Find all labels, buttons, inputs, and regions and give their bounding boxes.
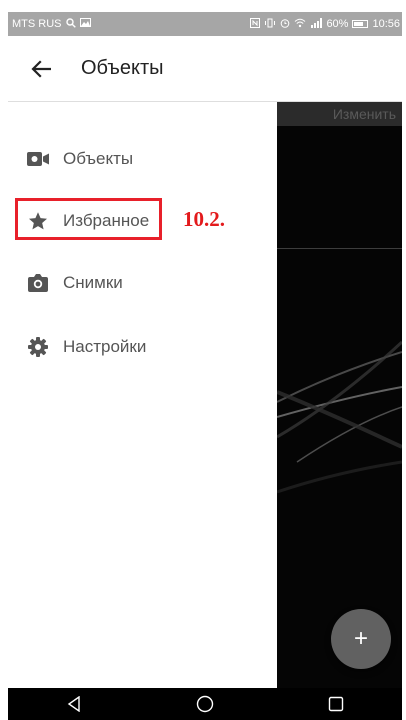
drawer-item-label: Объекты [63, 149, 134, 168]
status-bar: MTS RUS 60% 10:56 [8, 12, 402, 36]
clock: 10:56 [372, 18, 400, 30]
home-circle-icon[interactable] [190, 689, 220, 719]
status-bar-right: 60% 10:56 [250, 17, 400, 31]
system-navigation-bar [8, 688, 402, 720]
image-notification-icon [79, 18, 91, 30]
light-streaks-background [277, 340, 402, 494]
video-camera-icon [27, 148, 49, 170]
page-title: Объекты [81, 57, 164, 79]
add-object-fab[interactable]: + [331, 609, 391, 669]
carrier-label: MTS RUS [12, 18, 62, 30]
search-icon [65, 17, 76, 31]
drawer-item-objects[interactable]: Объекты [8, 129, 277, 189]
objects-content-area: Изменить [277, 102, 402, 688]
battery-icon [352, 20, 369, 28]
wifi-icon [294, 18, 306, 31]
battery-percent: 60% [326, 18, 349, 30]
vibrate-icon [264, 18, 276, 31]
fab-plus-label: + [353, 625, 368, 652]
recents-square-icon[interactable] [321, 689, 351, 719]
signal-icon [310, 17, 323, 31]
arrow-left-icon[interactable] [27, 55, 55, 83]
photo-camera-icon [27, 272, 49, 294]
drawer-item-snapshots[interactable]: Снимки [8, 253, 277, 313]
navigation-drawer: Объекты Избранное Снимки Настройки [8, 102, 277, 688]
annotation-highlight-box [15, 198, 162, 240]
gear-icon [27, 336, 49, 358]
nfc-icon [250, 17, 261, 31]
status-bar-left: MTS RUS [12, 17, 91, 31]
drawer-item-label: Снимки [63, 273, 123, 292]
alarm-icon [280, 18, 290, 31]
annotation-label: 10.2. [183, 207, 225, 231]
top-app-bar: Объекты [8, 36, 402, 102]
drawer-item-settings[interactable]: Настройки [8, 317, 277, 377]
back-triangle-icon[interactable] [59, 689, 89, 719]
drawer-item-label: Настройки [63, 337, 147, 356]
